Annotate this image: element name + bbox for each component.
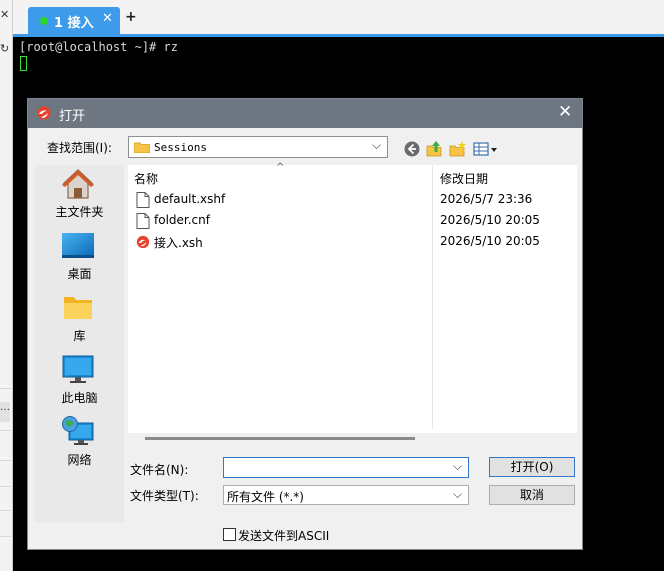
background-refresh-glyph: ↻ (0, 42, 10, 55)
connected-status-icon (40, 17, 48, 25)
file-list[interactable]: 名称 ^ 修改日期 default.xshf 2026/5/7 23:36 fo… (128, 162, 577, 440)
column-header-name[interactable]: 名称 (134, 170, 158, 187)
new-folder-icon[interactable] (449, 140, 467, 158)
tab-session[interactable]: 1 接入 ✕ (28, 7, 120, 34)
tab-label: 1 接入 (54, 16, 94, 31)
divider (0, 388, 11, 389)
divider (0, 430, 11, 431)
network-icon (62, 416, 94, 445)
file-modified: 2026/5/7 23:36 (440, 192, 533, 206)
xshell-app-icon (37, 106, 51, 120)
horizontal-scrollbar[interactable] (145, 437, 415, 440)
filename-input[interactable] (226, 459, 450, 477)
ascii-checkbox-label: 发送文件到ASCII (238, 529, 330, 543)
view-menu-icon[interactable] (473, 140, 501, 158)
place-desktop[interactable]: 桌面 (35, 229, 124, 285)
place-library[interactable]: 库 (35, 291, 124, 347)
folder-icon (134, 142, 150, 153)
file-modified: 2026/5/10 20:05 (440, 234, 540, 248)
background-close-glyph: ✕ (0, 8, 10, 21)
divider (0, 510, 11, 511)
file-modified: 2026/5/10 20:05 (440, 213, 540, 227)
cancel-button[interactable]: 取消 (489, 485, 575, 505)
library-folder-icon (64, 297, 92, 319)
computer-icon (62, 355, 94, 383)
filetype-dropdown[interactable]: 所有文件 (*.*) ⌵ (223, 485, 469, 505)
desktop-icon (62, 233, 94, 258)
divider (0, 460, 11, 461)
tab-bar: 1 接入 ✕ + (13, 0, 664, 34)
file-name: folder.cnf (154, 213, 210, 227)
file-name: 接入.xsh (154, 236, 203, 250)
place-label: 库 (73, 329, 86, 343)
up-folder-icon[interactable] (426, 140, 444, 158)
look-in-dropdown[interactable]: Sessions ⌵ (128, 136, 388, 158)
new-tab-button[interactable]: + (125, 9, 137, 25)
place-label: 桌面 (67, 267, 92, 281)
checkbox-box[interactable] (223, 528, 236, 541)
back-icon[interactable] (403, 140, 421, 158)
filetype-label: 文件类型(T): (130, 489, 199, 503)
file-name: default.xshf (154, 192, 226, 206)
sort-ascending-icon: ^ (276, 162, 285, 173)
terminal-cursor (20, 56, 27, 71)
chevron-down-icon: ⌵ (453, 487, 463, 501)
place-label: 主文件夹 (55, 205, 104, 219)
file-row[interactable]: folder.cnf 2026/5/10 20:05 (128, 211, 577, 231)
background-more-glyph: … (0, 402, 10, 422)
xshell-session-icon (136, 235, 150, 249)
divider (0, 536, 11, 537)
background-window-edge: ✕ ↻ … (0, 0, 13, 571)
chevron-down-icon[interactable]: ⌵ (453, 459, 462, 474)
places-bar: 主文件夹 桌面 库 此电脑 网络 (35, 165, 124, 522)
file-row[interactable]: 接入.xsh 2026/5/10 20:05 (128, 232, 577, 252)
place-this-pc[interactable]: 此电脑 (35, 353, 124, 409)
tab-close-icon[interactable]: ✕ (102, 11, 113, 26)
filename-combobox[interactable]: ⌵ (223, 457, 469, 478)
home-icon (62, 169, 94, 199)
chevron-down-icon: ⌵ (372, 138, 382, 152)
place-label: 此电脑 (61, 391, 98, 405)
look-in-value: Sessions (154, 141, 207, 154)
place-label: 网络 (67, 453, 92, 467)
column-header-modified[interactable]: 修改日期 (440, 170, 488, 187)
divider (0, 486, 11, 487)
dialog-close-icon[interactable]: ✕ (558, 102, 572, 122)
filetype-value: 所有文件 (*.*) (227, 490, 304, 504)
place-network[interactable]: 网络 (35, 415, 124, 471)
filename-label: 文件名(N): (130, 463, 189, 477)
dialog-titlebar[interactable]: 打开 ✕ (28, 99, 582, 128)
document-icon (136, 213, 150, 229)
document-icon (136, 192, 150, 208)
terminal-prompt-line: [root@localhost ~]# rz (19, 40, 178, 54)
file-row[interactable]: default.xshf 2026/5/7 23:36 (128, 190, 577, 210)
place-home[interactable]: 主文件夹 (35, 167, 124, 223)
dialog-title: 打开 (59, 109, 86, 124)
open-file-dialog: 打开 ✕ 查找范围(I): Sessions ⌵ 主文件夹 桌面 库 此电脑 网… (27, 98, 583, 550)
open-button[interactable]: 打开(O) (489, 457, 575, 477)
look-in-label: 查找范围(I): (47, 141, 112, 155)
